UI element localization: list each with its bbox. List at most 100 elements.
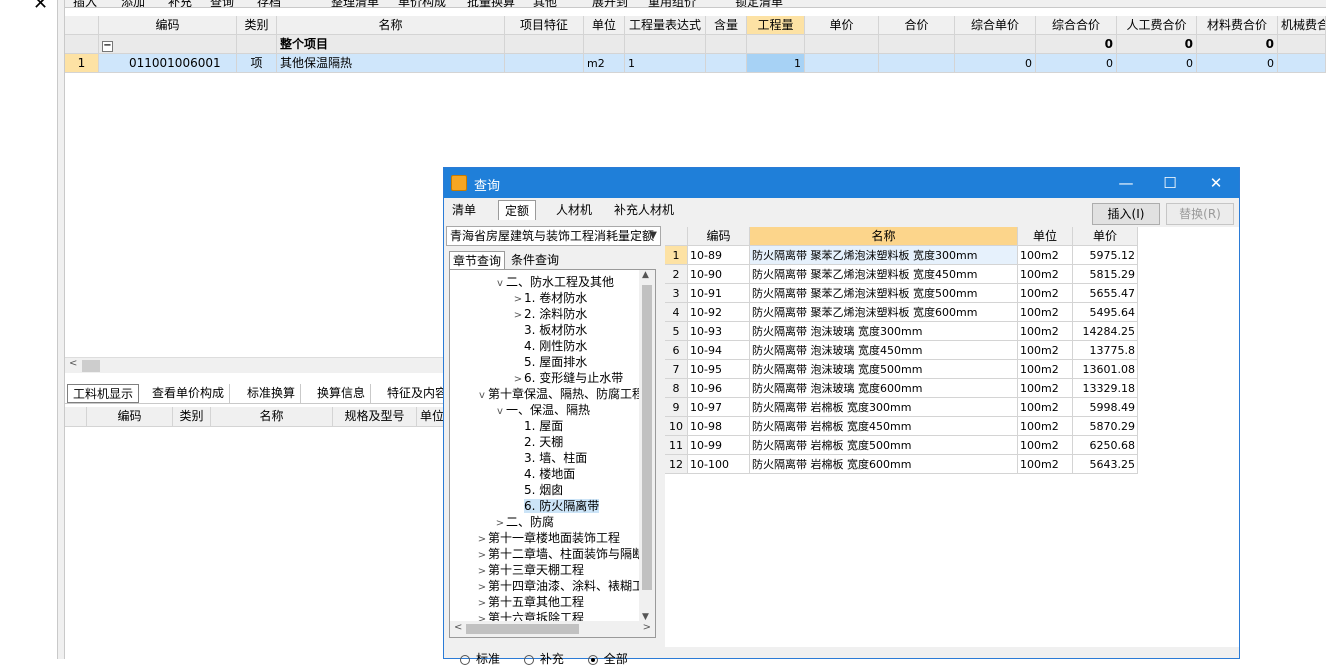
maximize-icon[interactable]: ☐ bbox=[1155, 173, 1185, 193]
tree-node[interactable]: >6. 变形缝与止水带 bbox=[512, 370, 623, 386]
quota-row-index[interactable]: 8 bbox=[665, 379, 688, 398]
quota-row-name[interactable]: 防火隔离带 聚苯乙烯泡沫塑料板 宽度450mm bbox=[750, 265, 1018, 284]
quota-row-code[interactable]: 10-91 bbox=[688, 284, 750, 303]
tree-node[interactable]: 5. 屋面排水 bbox=[512, 354, 587, 370]
main-hscrollbar[interactable]: < bbox=[65, 357, 445, 373]
lower-col-code[interactable]: 编码 bbox=[87, 407, 173, 427]
quota-row-price[interactable]: 5870.29 bbox=[1073, 417, 1138, 436]
tree-node[interactable]: >2. 涂料防水 bbox=[512, 306, 587, 322]
quota-row-name[interactable]: 防火隔离带 泡沫玻璃 宽度500mm bbox=[750, 360, 1018, 379]
col-composite-total[interactable]: 综合合价 bbox=[1036, 16, 1117, 35]
quota-row-price[interactable]: 5655.47 bbox=[1073, 284, 1138, 303]
quota-row-index[interactable]: 4 bbox=[665, 303, 688, 322]
col-machine[interactable]: 机械费合价 bbox=[1278, 16, 1326, 35]
toolbar-query[interactable]: 查询 bbox=[210, 0, 234, 7]
quota-row-code[interactable]: 10-92 bbox=[688, 303, 750, 322]
radio-circle[interactable] bbox=[523, 654, 534, 665]
quota-row-unit[interactable]: 100m2 bbox=[1018, 303, 1073, 322]
quota-row-unit[interactable]: 100m2 bbox=[1018, 398, 1073, 417]
row-name[interactable]: 其他保温隔热 bbox=[277, 54, 505, 73]
col-code[interactable]: 编码 bbox=[99, 16, 237, 35]
tree-vscrollbar[interactable]: ▲ ▼ bbox=[639, 270, 655, 622]
panel-splitter[interactable] bbox=[58, 0, 65, 659]
row-feature[interactable] bbox=[505, 54, 584, 73]
tab-features[interactable]: 特征及内容 bbox=[382, 384, 452, 403]
tree-node[interactable]: >1. 卷材防水 bbox=[512, 290, 587, 306]
quota-row-name[interactable]: 防火隔离带 岩棉板 宽度300mm bbox=[750, 398, 1018, 417]
quota-col-code[interactable]: 编码 bbox=[688, 227, 750, 246]
quota-row-name[interactable]: 防火隔离带 聚苯乙烯泡沫塑料板 宽度500mm bbox=[750, 284, 1018, 303]
quota-row-price[interactable]: 13775.8 bbox=[1073, 341, 1138, 360]
quota-row-code[interactable]: 10-90 bbox=[688, 265, 750, 284]
quota-row-code[interactable]: 10-95 bbox=[688, 360, 750, 379]
col-composite-price[interactable]: 综合单价 bbox=[955, 16, 1036, 35]
lower-col-unit[interactable]: 单位 bbox=[417, 407, 445, 427]
tree-hscrollbar[interactable]: < > bbox=[450, 621, 655, 637]
quota-row-name[interactable]: 防火隔离带 岩棉板 宽度600mm bbox=[750, 455, 1018, 474]
toolbar-archive[interactable]: 存档 bbox=[257, 0, 281, 7]
scroll-left-icon[interactable]: < bbox=[69, 358, 77, 369]
quota-row-name[interactable]: 防火隔离带 岩棉板 宽度450mm bbox=[750, 417, 1018, 436]
tab-quota[interactable]: 定额 bbox=[498, 200, 537, 220]
quota-row-name[interactable]: 防火隔离带 泡沫玻璃 宽度600mm bbox=[750, 379, 1018, 398]
row-labor[interactable]: 0 bbox=[1117, 54, 1197, 73]
tree-node[interactable]: 3. 板材防水 bbox=[512, 322, 587, 338]
quota-row-index[interactable]: 5 bbox=[665, 322, 688, 341]
tree-node[interactable]: > 第十二章墙、柱面装饰与隔断 bbox=[476, 546, 644, 562]
row-material[interactable]: 0 bbox=[1197, 54, 1278, 73]
radio-circle-checked[interactable] bbox=[587, 654, 598, 665]
toolbar-add[interactable]: 添加 bbox=[121, 0, 145, 7]
quota-row-unit[interactable]: 100m2 bbox=[1018, 246, 1073, 265]
quota-row-price[interactable]: 6250.68 bbox=[1073, 436, 1138, 455]
quota-row-name[interactable]: 防火隔离带 泡沫玻璃 宽度300mm bbox=[750, 322, 1018, 341]
toolbar-insert[interactable]: 插入 bbox=[73, 0, 97, 7]
quota-col-name[interactable]: 名称 bbox=[750, 227, 1018, 246]
tab-supplement-material[interactable]: 补充人材机 bbox=[608, 200, 680, 220]
col-name[interactable]: 名称 bbox=[277, 16, 505, 35]
tree-node[interactable]: 5. 烟囱 bbox=[512, 482, 563, 498]
row-price[interactable] bbox=[805, 54, 879, 73]
tree-toggle-icon[interactable]: v bbox=[476, 388, 488, 404]
quota-row-name[interactable]: 防火隔离带 聚苯乙烯泡沫塑料板 宽度300mm bbox=[750, 246, 1018, 265]
tree-node[interactable]: > 第十四章油漆、涂料、裱糊工程 bbox=[476, 578, 655, 594]
toolbar-expand[interactable]: 展开到 bbox=[592, 0, 628, 7]
lower-col-name[interactable]: 名称 bbox=[211, 407, 333, 427]
quota-row-index[interactable]: 2 bbox=[665, 265, 688, 284]
quota-row-code[interactable]: 10-93 bbox=[688, 322, 750, 341]
row-total[interactable] bbox=[879, 54, 955, 73]
tab-unit-price-composition[interactable]: 查看单价构成 bbox=[147, 384, 231, 403]
quota-row-index[interactable]: 12 bbox=[665, 455, 688, 474]
radio-all[interactable]: 全部 bbox=[587, 652, 628, 666]
toolbar-other[interactable]: 其他 bbox=[533, 0, 557, 7]
quota-col-unit[interactable]: 单位 bbox=[1018, 227, 1073, 246]
row-quantity[interactable]: 1 bbox=[747, 54, 805, 73]
quota-library-select[interactable]: 青海省房屋建筑与装饰工程消耗量定额 ▼ bbox=[446, 226, 661, 246]
quota-row-price[interactable]: 13601.08 bbox=[1073, 360, 1138, 379]
quota-row-index[interactable]: 1 bbox=[665, 246, 688, 265]
quota-row-index[interactable]: 7 bbox=[665, 360, 688, 379]
close-icon[interactable]: ✕ bbox=[33, 0, 48, 14]
quota-row-index[interactable]: 3 bbox=[665, 284, 688, 303]
toolbar-lock[interactable]: 锁定清单 bbox=[735, 0, 783, 7]
col-content[interactable]: 含量 bbox=[706, 16, 747, 35]
chevron-down-icon[interactable]: ▼ bbox=[649, 227, 657, 245]
quota-row-code[interactable]: 10-94 bbox=[688, 341, 750, 360]
scroll-thumb[interactable] bbox=[642, 285, 652, 590]
scroll-right-icon[interactable]: > bbox=[643, 622, 651, 633]
tree-node[interactable]: > 第十一章楼地面装饰工程 bbox=[476, 530, 620, 546]
col-quantity[interactable]: 工程量 bbox=[747, 16, 805, 35]
quota-row-unit[interactable]: 100m2 bbox=[1018, 322, 1073, 341]
quota-row-price[interactable]: 5815.29 bbox=[1073, 265, 1138, 284]
collapse-icon[interactable]: − bbox=[102, 41, 113, 52]
row-composite-price[interactable]: 0 bbox=[955, 54, 1036, 73]
tree-node[interactable]: 4. 刚性防水 bbox=[512, 338, 587, 354]
quota-row-name[interactable]: 防火隔离带 岩棉板 宽度500mm bbox=[750, 436, 1018, 455]
row-machine[interactable] bbox=[1278, 54, 1326, 73]
tab-conversion-info[interactable]: 换算信息 bbox=[312, 384, 372, 403]
lower-col-type[interactable]: 类别 bbox=[173, 407, 211, 427]
row-type[interactable]: 项 bbox=[237, 54, 277, 73]
quota-row-code[interactable]: 10-89 bbox=[688, 246, 750, 265]
quota-row-index[interactable]: 10 bbox=[665, 417, 688, 436]
tree-toggle-icon[interactable]: v bbox=[494, 404, 506, 420]
tree-node[interactable]: 1. 屋面 bbox=[512, 418, 563, 434]
